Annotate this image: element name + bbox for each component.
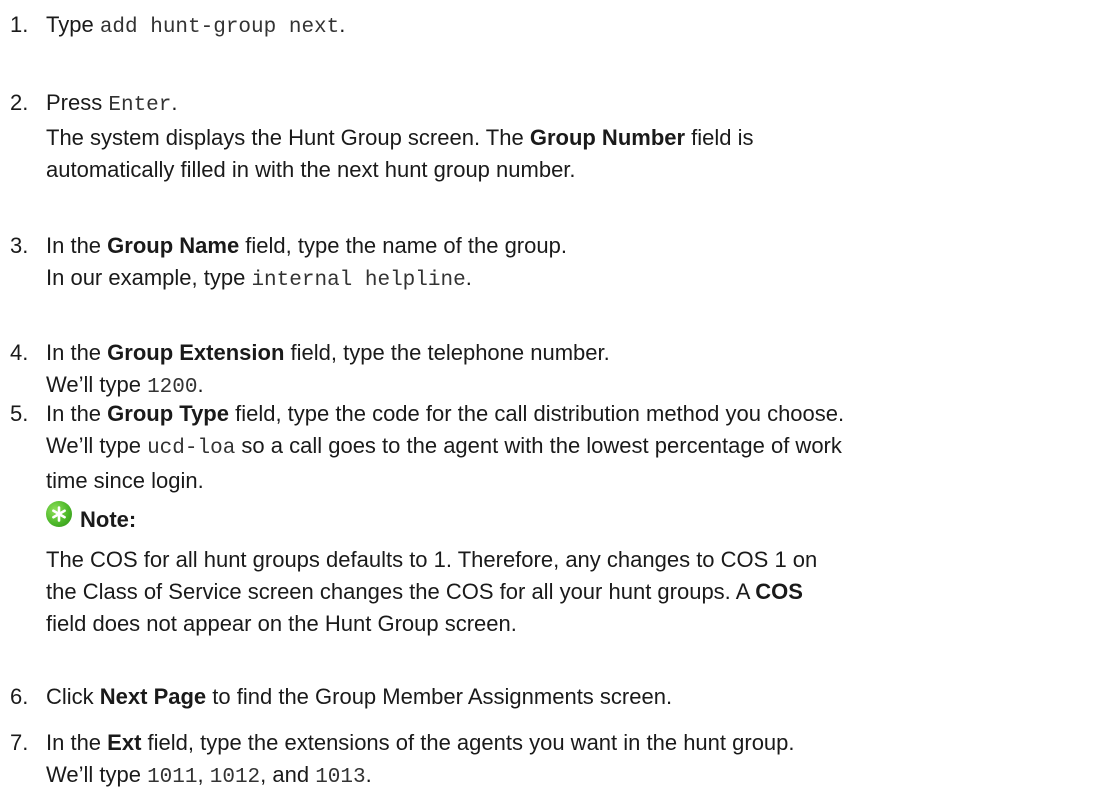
step-example: In our example, type internal helpline.: [46, 265, 472, 292]
step-number: 6.: [10, 684, 29, 709]
step-7: 7. In the Ext field, type the extensions…: [10, 727, 1110, 794]
step-text: In the Group Extension field, type the t…: [46, 340, 610, 365]
field-name: Group Type: [107, 401, 229, 426]
step-example: We’ll type 1011, 1012, and 1013.: [46, 762, 372, 789]
step-description-cont: automatically filled in with the next hu…: [46, 157, 576, 182]
asterisk-glyph: [52, 506, 66, 522]
example-code: internal helpline: [251, 269, 466, 292]
step-text: Press Enter.: [46, 90, 178, 117]
step-description: The system displays the Hunt Group scree…: [46, 125, 754, 150]
field-name: Group Extension: [107, 340, 285, 365]
key-code: Enter: [108, 94, 172, 117]
note-title: Note:: [80, 507, 137, 532]
example-code: 1011: [147, 766, 198, 789]
step-example-cont: time since login.: [46, 468, 204, 493]
step-number: 1.: [10, 12, 29, 37]
field-name: COS: [755, 579, 803, 604]
step-text: Type add hunt-group next.: [46, 12, 346, 39]
step-3: 3. In the Group Name field, type the nam…: [10, 230, 1110, 297]
field-name: Ext: [107, 730, 142, 755]
example-code: 1200: [147, 376, 198, 399]
step-5: 5. In the Group Type field, type the cod…: [10, 398, 1110, 497]
example-code: 1013: [315, 766, 366, 789]
step-number: 7.: [10, 730, 29, 755]
step-1: 1. Type add hunt-group next.: [10, 9, 1110, 44]
step-6: 6. Click Next Page to find the Group Mem…: [10, 681, 1110, 713]
command-code: add hunt-group next: [99, 16, 340, 39]
step-text: In the Group Name field, type the name o…: [46, 233, 567, 258]
field-name: Group Number: [529, 125, 686, 150]
next-page-label: Next Page: [99, 684, 207, 709]
step-number: 2.: [10, 90, 29, 115]
step-4: 4. In the Group Extension field, type th…: [10, 337, 1110, 404]
example-code: ucd-loa: [147, 437, 236, 460]
step-number: 3.: [10, 233, 29, 258]
step-number: 5.: [10, 401, 29, 426]
note-text: The COS for all hunt groups defaults to …: [46, 547, 818, 636]
note-box: Note: The COS for all hunt groups defaul…: [46, 498, 1106, 640]
note-header: Note:: [46, 498, 1106, 538]
field-name: Group Name: [107, 233, 240, 258]
asterisk-icon: [46, 501, 72, 527]
step-text: Click Next Page to find the Group Member…: [46, 684, 673, 709]
step-text: In the Group Type field, type the code f…: [46, 401, 845, 426]
step-text: In the Ext field, type the extensions of…: [46, 730, 795, 755]
step-2: 2. Press Enter. The system displays the …: [10, 87, 1110, 186]
example-code: 1012: [209, 766, 261, 789]
step-example: We’ll type ucd-loa so a call goes to the…: [46, 433, 842, 460]
step-number: 4.: [10, 340, 29, 365]
